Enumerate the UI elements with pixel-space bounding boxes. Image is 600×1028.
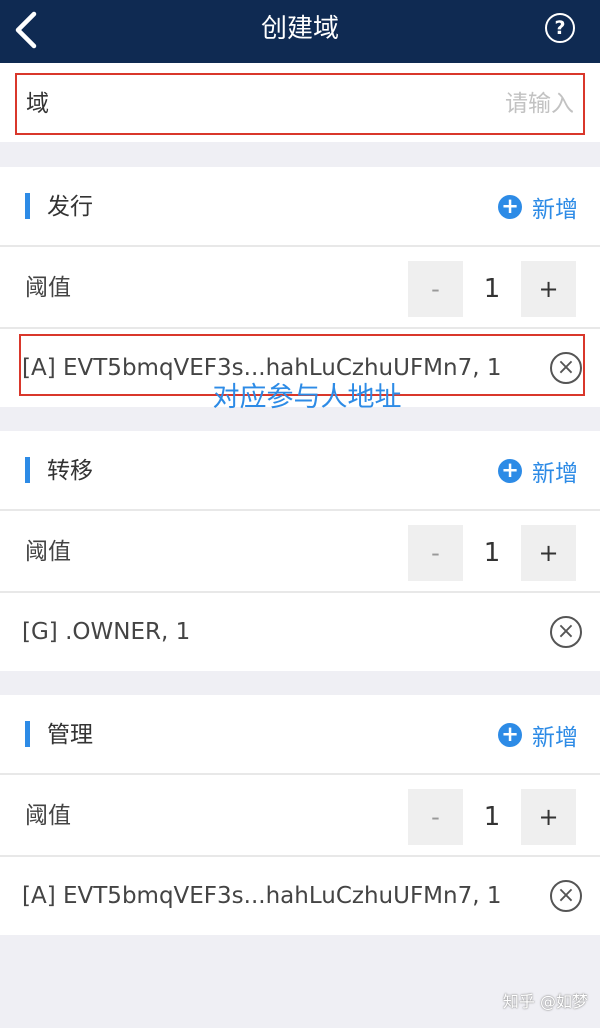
add-button[interactable]: + 新增 — [498, 695, 578, 775]
increment-button[interactable]: + — [521, 525, 576, 581]
help-icon[interactable]: ? — [545, 13, 575, 43]
section-title: 管理 — [47, 722, 93, 748]
threshold-row: 阈值 - 1 + — [0, 775, 600, 857]
navbar: 创建域 ? — [0, 0, 600, 63]
domain-field-highlight: 域 — [15, 73, 585, 135]
entry-row: [A] EVT5bmqVEF3s...hahLuCzhuUFMn7, 1 × — [0, 857, 600, 935]
increment-button[interactable]: + — [521, 261, 576, 317]
section-header: 发行 + 新增 — [0, 167, 600, 247]
remove-circle-icon[interactable]: × — [550, 616, 582, 648]
section-transfer: 转移 + 新增 阈值 - 1 + [G] .OWNER, 1 × — [0, 431, 600, 671]
decrement-button[interactable]: - — [408, 525, 463, 581]
section-title: 转移 — [47, 458, 93, 484]
increment-button[interactable]: + — [521, 789, 576, 845]
entry-text: [G] .OWNER, 1 — [22, 619, 191, 645]
domain-label: 域 — [26, 91, 49, 117]
add-button[interactable]: + 新增 — [498, 431, 578, 511]
threshold-value[interactable]: 1 — [463, 261, 521, 317]
threshold-stepper: - 1 + — [408, 789, 576, 845]
section-header: 转移 + 新增 — [0, 431, 600, 511]
section-bar — [25, 457, 30, 483]
annotation-text: 对应参与人地址 — [212, 382, 402, 413]
add-label: 新增 — [532, 197, 578, 223]
remove-circle-icon[interactable]: × — [550, 880, 582, 912]
section-header: 管理 + 新增 — [0, 695, 600, 775]
threshold-row: 阈值 - 1 + — [0, 511, 600, 593]
threshold-value[interactable]: 1 — [463, 789, 521, 845]
section-bar — [25, 193, 30, 219]
threshold-row: 阈值 - 1 + — [0, 247, 600, 329]
domain-input[interactable] — [274, 75, 574, 133]
threshold-label: 阈值 — [25, 539, 71, 565]
add-label: 新增 — [532, 725, 578, 751]
plus-circle-icon: + — [498, 723, 522, 747]
entry-row: [G] .OWNER, 1 × — [0, 593, 600, 671]
section-title: 发行 — [47, 194, 93, 220]
threshold-label: 阈值 — [25, 275, 71, 301]
plus-circle-icon: + — [498, 459, 522, 483]
threshold-value[interactable]: 1 — [463, 525, 521, 581]
watermark: 知乎 @如梦 — [502, 992, 588, 1011]
plus-circle-icon: + — [498, 195, 522, 219]
threshold-label: 阈值 — [25, 803, 71, 829]
section-manage: 管理 + 新增 阈值 - 1 + [A] EVT5bmqVEF3s...hahL… — [0, 695, 600, 935]
page-title: 创建域 — [260, 14, 339, 44]
threshold-stepper: - 1 + — [408, 261, 576, 317]
decrement-button[interactable]: - — [408, 261, 463, 317]
section-bar — [25, 721, 30, 747]
threshold-stepper: - 1 + — [408, 525, 576, 581]
add-button[interactable]: + 新增 — [498, 167, 578, 247]
domain-panel: 域 — [0, 63, 600, 142]
decrement-button[interactable]: - — [408, 789, 463, 845]
add-label: 新增 — [532, 461, 578, 487]
entry-text: [A] EVT5bmqVEF3s...hahLuCzhuUFMn7, 1 — [22, 883, 502, 909]
